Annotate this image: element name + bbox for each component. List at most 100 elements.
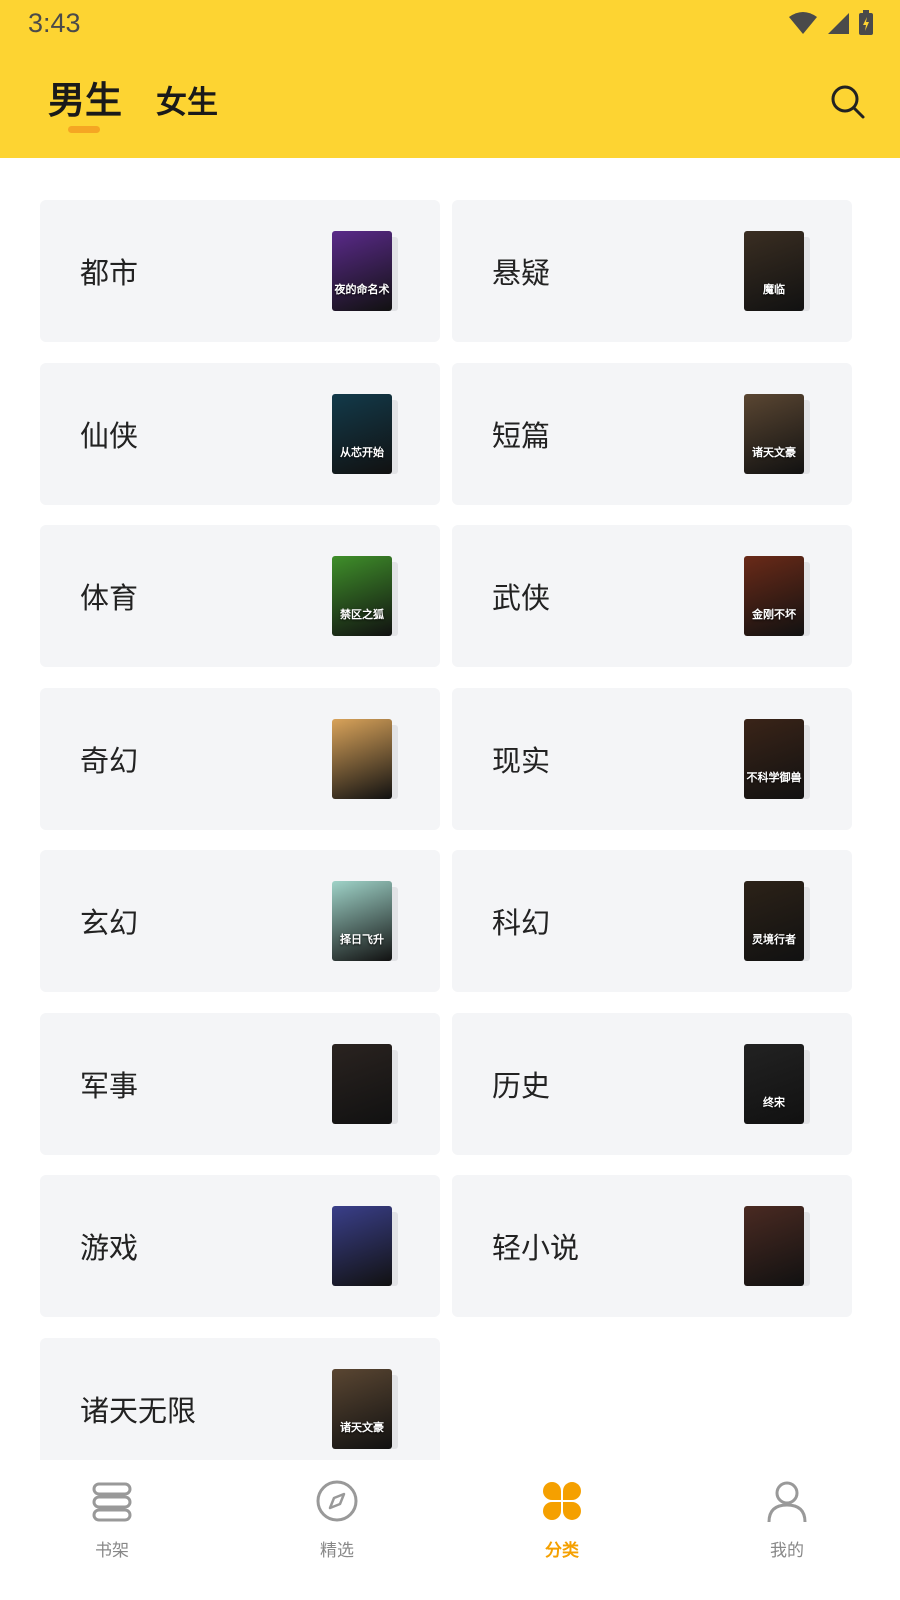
book-cover-title: 择日飞升 bbox=[340, 933, 384, 946]
book-cover bbox=[332, 1043, 392, 1124]
book-cover-title: 诸天文豪 bbox=[752, 445, 796, 459]
book-cover-title: 终宋 bbox=[763, 1095, 785, 1109]
book-cover-title: 魔临 bbox=[763, 283, 785, 296]
search-icon bbox=[831, 85, 865, 119]
category-card[interactable]: 科幻灵境行者 bbox=[452, 850, 852, 992]
category-card[interactable]: 短篇诸天文豪 bbox=[452, 362, 852, 505]
book-cover-stack: 不科学御兽 bbox=[744, 718, 810, 799]
category-label: 短篇 bbox=[492, 418, 551, 453]
book-cover: 诸天文豪 bbox=[332, 1368, 392, 1449]
nav-category-label: 分类 bbox=[545, 1541, 579, 1561]
category-card[interactable]: 玄幻择日飞升 bbox=[40, 850, 440, 992]
category-label: 轻小说 bbox=[492, 1231, 580, 1265]
app-header: 3:43 男生 女生 bbox=[0, 0, 900, 158]
book-cover-stack bbox=[744, 1206, 810, 1286]
book-cover-title: 灵境行者 bbox=[752, 933, 796, 946]
category-card[interactable]: 军事 bbox=[40, 1012, 440, 1155]
nav-featured-label: 精选 bbox=[320, 1541, 354, 1561]
category-card[interactable]: 仙侠从芯开始 bbox=[40, 362, 440, 505]
category-label: 都市 bbox=[80, 256, 139, 290]
book-cover-stack bbox=[332, 1043, 398, 1124]
tab-female[interactable]: 女生 bbox=[156, 77, 218, 124]
category-label: 历史 bbox=[492, 1068, 551, 1103]
category-card[interactable]: 都市夜的命名术 bbox=[40, 200, 440, 342]
book-cover: 灵境行者 bbox=[744, 881, 804, 961]
category-card[interactable]: 奇幻 bbox=[40, 687, 440, 830]
category-label: 武侠 bbox=[492, 581, 551, 615]
category-label: 体育 bbox=[80, 581, 139, 615]
wifi-icon bbox=[789, 12, 817, 34]
category-label: 军事 bbox=[80, 1068, 139, 1103]
category-icon bbox=[543, 1482, 581, 1520]
category-card[interactable]: 诸天无限诸天文豪 bbox=[40, 1337, 440, 1460]
category-label: 奇幻 bbox=[80, 743, 139, 778]
book-cover-stack: 从芯开始 bbox=[332, 393, 398, 474]
category-card[interactable]: 轻小说 bbox=[452, 1175, 852, 1317]
book-cover-stack: 夜的命名术 bbox=[332, 231, 398, 311]
profile-icon bbox=[767, 1481, 807, 1523]
nav-featured[interactable]: 精选 bbox=[277, 1478, 397, 1588]
search-button[interactable] bbox=[830, 84, 866, 120]
category-label: 科幻 bbox=[492, 906, 551, 940]
bottom-nav: 书架 精选 分类 我的 bbox=[0, 1460, 900, 1600]
tab-male[interactable]: 男生 bbox=[48, 70, 122, 133]
book-cover: 诸天文豪 bbox=[744, 393, 804, 474]
book-cover-title: 夜的命名术 bbox=[334, 283, 390, 296]
book-cover-stack: 魔临 bbox=[744, 231, 810, 311]
category-grid: 都市 夜的命名术 悬疑 魔临 仙侠 从芯开始 短篇 诸天文豪 体育 禁区之狐 武侠 金刚不坏 奇幻 现实不… bbox=[40, 200, 862, 1460]
book-cover-stack: 终宋 bbox=[744, 1043, 810, 1124]
signal-icon bbox=[828, 13, 849, 34]
category-label: 诸天无限 bbox=[80, 1393, 197, 1428]
book-cover-stack: 诸天文豪 bbox=[332, 1368, 398, 1449]
book-cover bbox=[744, 1206, 804, 1286]
book-cover-stack: 金刚不坏 bbox=[744, 556, 810, 636]
book-cover bbox=[332, 1206, 392, 1286]
status-time: 3:43 bbox=[28, 8, 81, 38]
battery-icon bbox=[859, 10, 873, 35]
category-card[interactable]: 悬疑魔临 bbox=[452, 200, 852, 342]
book-cover: 不科学御兽 bbox=[744, 718, 804, 799]
active-tab-indicator bbox=[68, 126, 100, 133]
tab-female-label: 女生 bbox=[156, 85, 218, 121]
category-label: 玄幻 bbox=[80, 906, 139, 940]
status-bar: 3:43 bbox=[0, 0, 900, 50]
category-label: 现实 bbox=[492, 743, 551, 778]
book-cover-title: 金刚不坏 bbox=[752, 608, 796, 621]
book-cover-stack: 择日飞升 bbox=[332, 881, 398, 961]
book-cover-stack: 诸天文豪 bbox=[744, 393, 810, 474]
category-label: 悬疑 bbox=[492, 256, 551, 290]
category-label: 仙侠 bbox=[80, 418, 139, 453]
book-cover: 禁区之狐 bbox=[332, 556, 392, 636]
compass-icon bbox=[316, 1480, 358, 1522]
category-card[interactable]: 现实不科学御兽 bbox=[452, 687, 852, 830]
category-card[interactable]: 游戏 bbox=[40, 1175, 440, 1317]
book-cover-stack: 灵境行者 bbox=[744, 881, 810, 961]
book-cover: 从芯开始 bbox=[332, 393, 392, 474]
book-cover: 魔临 bbox=[744, 231, 804, 311]
nav-profile-label: 我的 bbox=[770, 1541, 804, 1561]
book-cover-title: 诸天文豪 bbox=[340, 1420, 384, 1434]
tab-male-label: 男生 bbox=[48, 79, 122, 122]
status-icons bbox=[788, 10, 874, 36]
category-card[interactable]: 历史终宋 bbox=[452, 1012, 852, 1155]
book-cover-title: 从芯开始 bbox=[340, 445, 384, 459]
nav-bookshelf-label: 书架 bbox=[95, 1541, 129, 1561]
category-label: 游戏 bbox=[80, 1231, 139, 1265]
category-card[interactable]: 体育禁区之狐 bbox=[40, 525, 440, 667]
book-cover-title: 禁区之狐 bbox=[340, 608, 384, 621]
category-card[interactable]: 武侠金刚不坏 bbox=[452, 525, 852, 667]
nav-bookshelf[interactable]: 书架 bbox=[52, 1478, 172, 1588]
book-cover-title: 不科学御兽 bbox=[746, 770, 802, 784]
book-cover-stack: 禁区之狐 bbox=[332, 556, 398, 636]
nav-profile[interactable]: 我的 bbox=[727, 1478, 847, 1588]
nav-category[interactable]: 分类 bbox=[502, 1478, 622, 1588]
book-cover-stack bbox=[332, 1206, 398, 1286]
book-cover bbox=[332, 718, 392, 799]
book-cover-stack bbox=[332, 718, 398, 799]
book-cover: 择日飞升 bbox=[332, 881, 392, 961]
book-cover: 夜的命名术 bbox=[332, 231, 392, 311]
book-cover: 金刚不坏 bbox=[744, 556, 804, 636]
bookshelf-icon bbox=[92, 1482, 132, 1522]
gender-tabs: 男生 女生 bbox=[48, 70, 218, 133]
book-cover: 终宋 bbox=[744, 1043, 804, 1124]
